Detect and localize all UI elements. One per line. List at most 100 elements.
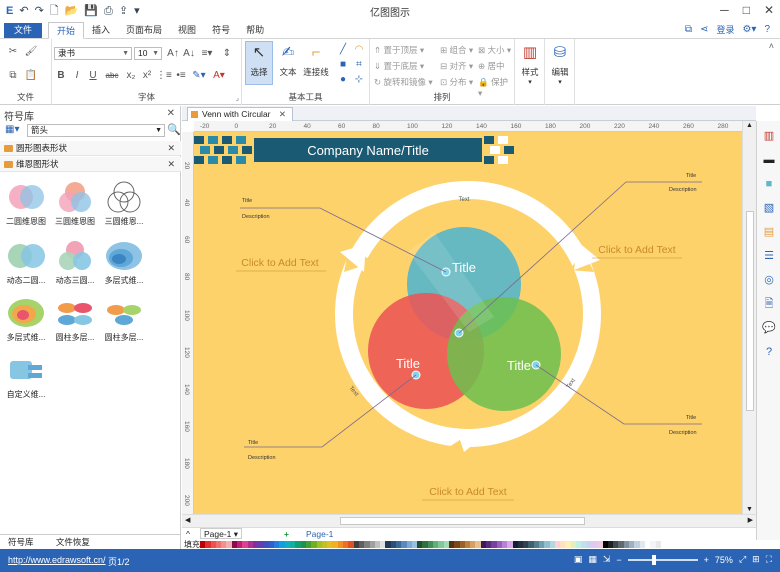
callout-title-top-left[interactable]: Title (242, 198, 252, 204)
fit-icon[interactable]: ⇲ (603, 554, 611, 565)
horizontal-scrollbar[interactable]: ◀ ▶ (182, 514, 756, 527)
company-title[interactable]: Company Name/Title (307, 143, 429, 158)
close-button[interactable]: ✕ (764, 3, 774, 17)
library-category-circle-charts[interactable]: 圆形图表形状 ✕ (0, 141, 181, 156)
line-spacing-icon[interactable]: ⇕ (220, 47, 234, 60)
ellipse-tool-icon[interactable]: ● (336, 73, 350, 86)
style-button[interactable]: ▥ 样式 ▾ (516, 42, 544, 86)
footer-tab-library[interactable]: 符号库 (8, 537, 34, 547)
tab-help[interactable]: 帮助 (238, 22, 272, 39)
number-list-icon[interactable]: ⋮≡ (156, 69, 172, 82)
library-grid-icon[interactable]: ▦▾ (5, 124, 19, 135)
send-to-back-button[interactable]: ⇓ 置于底层 ▾ (374, 60, 424, 72)
help-circle-icon[interactable]: ? (762, 345, 776, 359)
scroll-left-icon[interactable]: ◀ (185, 516, 190, 524)
rotate-mirror-button[interactable]: ↻ 旋转和镜像 ▾ (374, 76, 433, 88)
document-panel-icon[interactable]: 🗎 (762, 297, 776, 311)
underline-button[interactable]: U (86, 69, 100, 82)
tab-view[interactable]: 视图 (170, 22, 204, 39)
font-name-select[interactable]: 隶书 ▼ (54, 47, 132, 60)
scroll-up-icon[interactable]: ▲ (746, 122, 753, 129)
group-button[interactable]: ⊞ 组合 ▾ (440, 44, 473, 56)
callout-desc-bottom-right[interactable]: Description (669, 430, 697, 436)
color-swatch[interactable] (655, 541, 661, 548)
vertical-scroll-thumb[interactable] (746, 211, 754, 411)
publish-icon[interactable]: ⧉ (685, 24, 692, 35)
select-tool-button[interactable]: ↖ 选择 (245, 41, 273, 85)
crop-tool-icon[interactable]: ⌗ (352, 58, 366, 71)
distribute-button[interactable]: ⊡ 分布 ▾ (440, 76, 473, 88)
paste-icon[interactable]: 📋 (24, 69, 38, 82)
help-icon[interactable]: ? (764, 24, 770, 35)
copy-icon[interactable]: ⧉ (6, 69, 20, 82)
horizontal-scroll-thumb[interactable] (340, 517, 585, 525)
tab-insert[interactable]: 插入 (84, 22, 118, 39)
collapse-ribbon-icon[interactable]: ˄ (769, 41, 774, 51)
zoom-out-icon[interactable]: − (616, 555, 621, 565)
click-to-add-text-right[interactable]: Click to Add Text (598, 244, 676, 256)
shape-dynamic-three-circle[interactable]: 动态三圆... (52, 239, 98, 286)
close-icon[interactable]: ✕ (167, 157, 175, 172)
point-tool-icon[interactable]: ⊹ (352, 73, 366, 86)
click-to-add-text-bottom[interactable]: Click to Add Text (429, 486, 507, 498)
font-color-icon[interactable]: ✎▾ (192, 69, 206, 82)
share-icon[interactable]: ⋖ (700, 24, 708, 35)
page-tab-link[interactable]: Page-1 (306, 528, 333, 540)
search-icon[interactable]: 🔍 (167, 123, 181, 136)
library-search-input[interactable]: 箭头 ▼ (27, 124, 165, 137)
close-icon[interactable]: ✕ (279, 109, 286, 119)
line-panel-icon[interactable]: ▬ (762, 153, 776, 167)
login-button[interactable]: 登录 (716, 23, 734, 36)
size-button[interactable]: ⊠ 大小 ▾ (478, 44, 511, 56)
center-button[interactable]: ⊕ 居中 (478, 60, 505, 72)
font-size-select[interactable]: 10 ▼ (134, 47, 162, 60)
venn-title-left[interactable]: Title (396, 356, 420, 371)
fit-width-icon[interactable]: ⤢ (739, 554, 746, 565)
layer-panel-icon[interactable]: ▤ (762, 225, 776, 239)
shrink-font-icon[interactable]: A↓ (182, 47, 196, 60)
line-tool-icon[interactable]: ╱ (336, 43, 350, 56)
scroll-down-icon[interactable]: ▼ (746, 506, 753, 513)
page-select[interactable]: Page-1 ▾ (200, 528, 243, 539)
fullscreen-icon[interactable]: ⛶ (766, 554, 772, 565)
image-panel-icon[interactable]: ▧ (762, 201, 776, 215)
website-link[interactable]: http://www.edrawsoft.cn/ (8, 555, 106, 565)
zoom-knob[interactable] (651, 554, 656, 565)
grow-font-icon[interactable]: A↑ (166, 47, 180, 60)
close-icon[interactable]: ✕ (167, 141, 175, 156)
shape-cylinder-multilayer-2[interactable]: 圆柱多层... (101, 296, 147, 343)
tab-page-layout[interactable]: 页面布局 (118, 22, 170, 39)
arc-tool-icon[interactable]: ◠ (352, 43, 366, 56)
page-view-icon[interactable]: ▦ (588, 554, 597, 565)
navigator-icon[interactable]: ◎ (762, 273, 776, 287)
callout-desc-bottom-left[interactable]: Description (248, 455, 276, 461)
connector-tool-button[interactable]: ⌐ 连接线 (300, 42, 332, 78)
callout-title-bottom-right[interactable]: Title (686, 415, 696, 421)
callout-title-top-right[interactable]: Title (686, 173, 696, 179)
align-icon[interactable]: ≡▾ (200, 47, 214, 60)
tab-home[interactable]: 开始 (48, 22, 85, 39)
callout-desc-top-left[interactable]: Description (242, 214, 270, 220)
shape-three-circle-venn-outline[interactable]: 三圆维恩... (101, 180, 147, 227)
settings-icon[interactable]: ⚙▾ (742, 24, 756, 35)
fit-page-icon[interactable]: ⊞ (752, 554, 760, 565)
zoom-in-icon[interactable]: + (704, 555, 709, 565)
vertical-scrollbar[interactable]: ▲ ▼ (742, 121, 756, 514)
close-icon[interactable]: ✕ (167, 108, 175, 119)
strikethrough-button[interactable]: abc (102, 69, 122, 82)
tab-symbols[interactable]: 符号 (204, 22, 238, 39)
font-dialog-launcher-icon[interactable]: ⌟ (236, 94, 239, 102)
italic-button[interactable]: I (70, 69, 84, 82)
fill-panel-icon[interactable]: ▥ (762, 129, 776, 143)
normal-view-icon[interactable]: ▣ (574, 554, 583, 565)
shape-two-circle-venn[interactable]: 二圆维恩图 (3, 180, 49, 227)
document-tab[interactable]: Venn with Circular ✕ (187, 107, 294, 121)
library-category-venn[interactable]: 维恩图形状 ✕ (0, 157, 181, 172)
footer-tab-file-recovery[interactable]: 文件恢复 (56, 537, 90, 547)
cut-icon[interactable]: ✂ (6, 45, 20, 58)
arc-text-top[interactable]: Text (458, 197, 469, 203)
comment-icon[interactable]: 💬 (762, 321, 776, 335)
zoom-slider[interactable] (627, 554, 698, 565)
click-to-add-text-left[interactable]: Click to Add Text (241, 257, 319, 269)
shape-custom-venn[interactable]: 自定义维... (3, 353, 49, 400)
